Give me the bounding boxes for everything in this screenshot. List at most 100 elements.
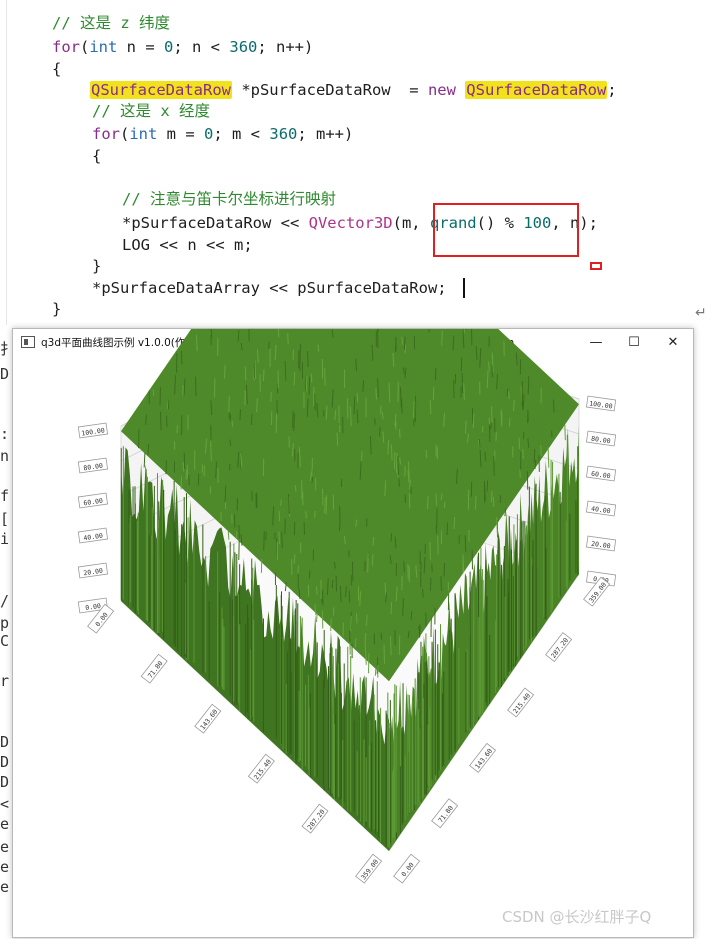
code-line-5: // 这是 x 经度 — [92, 101, 210, 121]
surface-texture — [227, 530, 230, 540]
comment: // 这是 x 经度 — [92, 102, 210, 120]
surface-texture — [547, 447, 550, 468]
surface-texture — [408, 493, 411, 509]
code-text: m = — [157, 125, 205, 143]
surface-texture — [224, 485, 227, 503]
surface-texture — [463, 383, 465, 400]
surface-texture — [355, 613, 358, 624]
app-window[interactable]: q3d平面曲线图示例 v1.0.0(作者:长沙红胖子 QQ:21497936 W… — [12, 328, 694, 938]
y-tick-left: 20.00 — [77, 562, 109, 579]
editor-fragment-char: D — [0, 733, 10, 751]
x-tick: 287.20 — [301, 803, 329, 834]
number: 0 — [164, 38, 174, 56]
surface-texture — [278, 531, 281, 545]
tick-label: 40.00 — [83, 532, 104, 543]
code-line-8: // 注意与笛卡尔坐标进行映射 — [122, 189, 336, 209]
surface-graph[interactable]: 0.000.0020.0020.0040.0040.0060.0060.0080… — [13, 329, 693, 937]
tick-label: 40.00 — [591, 505, 612, 516]
code-text: ; n++) — [257, 38, 314, 56]
surface-texture — [238, 524, 240, 539]
x-tick: 143.60 — [194, 703, 222, 734]
tick-label: 80.00 — [83, 462, 104, 473]
surface-texture — [278, 510, 281, 522]
code-editor[interactable]: // 这是 z 纬度 for(int n = 0; n < 360; n++) … — [0, 0, 711, 325]
surface-texture — [422, 588, 424, 598]
tick-label: 60.00 — [83, 497, 104, 508]
paren: ( — [80, 38, 90, 56]
code-line-3: { — [52, 59, 61, 79]
number: 360 — [269, 125, 298, 143]
editor-gutter-line — [6, 0, 7, 325]
surface-texture — [263, 530, 265, 551]
surface-texture — [427, 496, 429, 510]
editor-fragment-char: / — [0, 592, 10, 610]
surface-texture — [299, 343, 302, 354]
code-line-11: } — [92, 256, 101, 276]
editor-fragment-char: C — [0, 632, 10, 650]
code-line-12: *pSurfaceDataArray << pSurfaceDataRow; — [92, 278, 447, 298]
surface-texture — [553, 399, 555, 413]
tick-label: 20.00 — [591, 540, 612, 551]
x-tick: 215.40 — [247, 753, 275, 784]
brace: } — [92, 257, 102, 275]
code-text: *pSurfaceDataRow << — [122, 214, 309, 232]
surface-texture — [513, 399, 515, 412]
surface-texture — [314, 393, 316, 411]
editor-fragment-char: e — [0, 858, 10, 876]
comment: // 这是 z 纬度 — [52, 14, 170, 32]
tick-label: 80.00 — [591, 435, 612, 446]
brace: { — [92, 147, 102, 165]
comment: // 注意与笛卡尔坐标进行映射 — [122, 190, 336, 208]
editor-fragment-char: < — [0, 795, 10, 813]
surface-texture — [339, 586, 342, 603]
y-tick-left: 100.00 — [77, 422, 109, 439]
x-tick: 359.00 — [355, 853, 383, 884]
keyword-for: for — [92, 125, 120, 143]
type-highlight: QSurfaceDataRow — [465, 81, 608, 99]
return-icon: ↵ — [695, 305, 707, 321]
surface-texture — [330, 618, 332, 632]
editor-fragment-char: e — [0, 838, 10, 856]
surface-texture — [403, 561, 405, 573]
surface-texture — [307, 350, 309, 367]
surface-texture — [409, 479, 411, 490]
surface-texture — [152, 389, 155, 396]
surface-texture — [367, 552, 369, 573]
surface-texture — [379, 426, 381, 437]
tick-label: 60.00 — [591, 470, 612, 481]
tick-label: 20.00 — [83, 567, 104, 578]
surface-texture — [364, 633, 367, 646]
surface-texture — [508, 391, 510, 400]
surface-texture — [472, 413, 475, 429]
editor-fragment-char: : — [0, 425, 10, 443]
surface-texture — [317, 344, 320, 352]
keyword-int: int — [89, 38, 118, 56]
small-marker-box — [590, 262, 602, 270]
surface-texture — [281, 531, 283, 549]
surface-texture — [176, 425, 178, 433]
code-text: ; n < — [173, 38, 230, 56]
keyword-for: for — [52, 38, 80, 56]
surface-texture — [215, 461, 217, 479]
surface-texture — [185, 469, 188, 480]
surface-texture — [265, 532, 267, 540]
surface-texture — [308, 570, 311, 579]
watermark: CSDN @长沙红胖子Q — [502, 908, 652, 926]
surface-texture — [374, 418, 376, 425]
surface-texture — [316, 613, 318, 622]
code-text: ; m++) — [297, 125, 354, 143]
z-tick: 0.00 — [393, 853, 421, 884]
editor-fragment-char: [ — [0, 510, 10, 528]
y-tick-right: 40.00 — [585, 500, 617, 517]
code-line-10: LOG << n << m; — [122, 235, 253, 255]
surface-texture — [499, 495, 502, 504]
surface-texture — [305, 376, 308, 392]
y-tick-right: 100.00 — [585, 395, 617, 412]
number: 0 — [204, 125, 214, 143]
surface-texture — [395, 453, 398, 473]
code-line-7: { — [92, 146, 101, 166]
y-tick-right: 60.00 — [585, 465, 617, 482]
y-tick-right: 20.00 — [585, 535, 617, 552]
surface-texture — [400, 398, 403, 414]
